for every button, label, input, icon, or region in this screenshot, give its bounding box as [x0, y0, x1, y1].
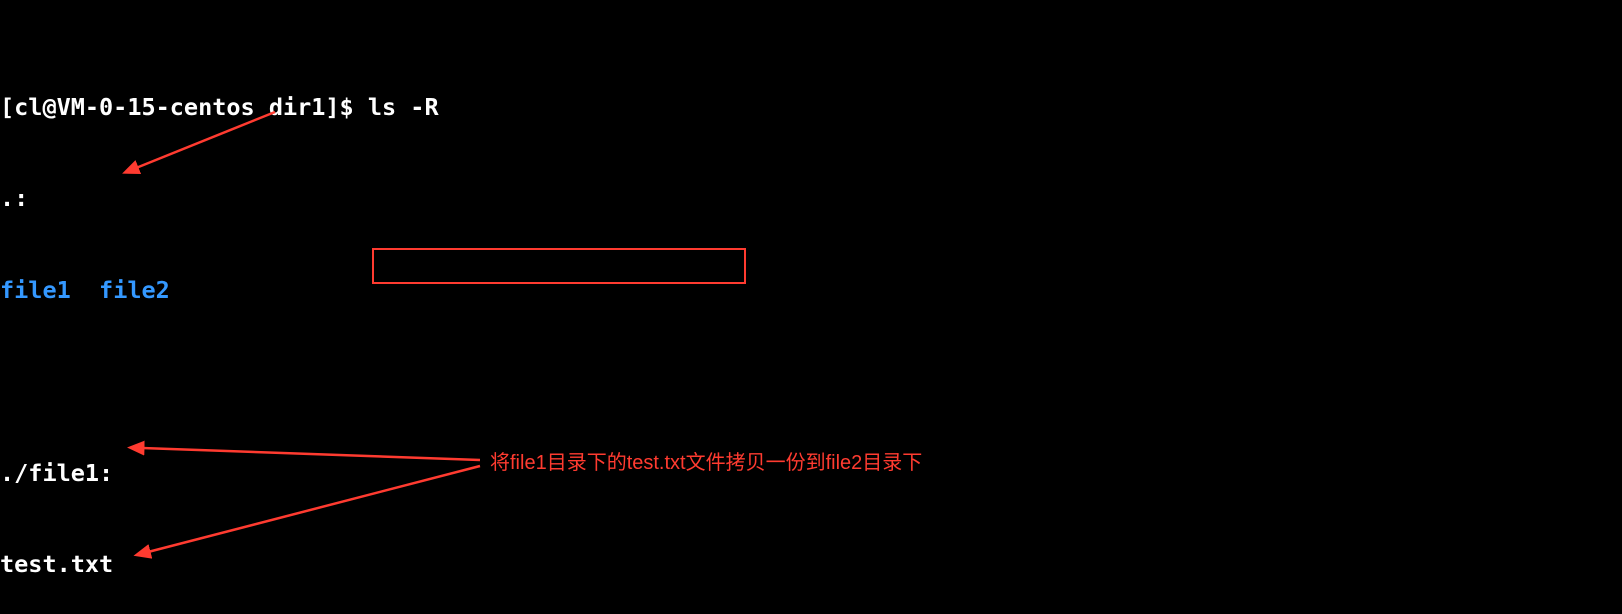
dir-file2: file2 — [99, 276, 170, 304]
blank-line — [0, 366, 1622, 397]
output-dot: .: — [0, 183, 1622, 214]
dir-sep — [71, 276, 99, 304]
output-test-txt: test.txt — [0, 549, 1622, 580]
prompt: [cl@VM-0-15-centos dir1]$ — [0, 93, 368, 121]
dir-file1: file1 — [0, 276, 71, 304]
command-ls: ls -R — [368, 93, 439, 121]
terminal[interactable]: [cl@VM-0-15-centos dir1]$ ls -R .: file1… — [0, 0, 1622, 614]
annotation-text: 将file1目录下的test.txt文件拷贝一份到file2目录下 — [490, 448, 922, 479]
